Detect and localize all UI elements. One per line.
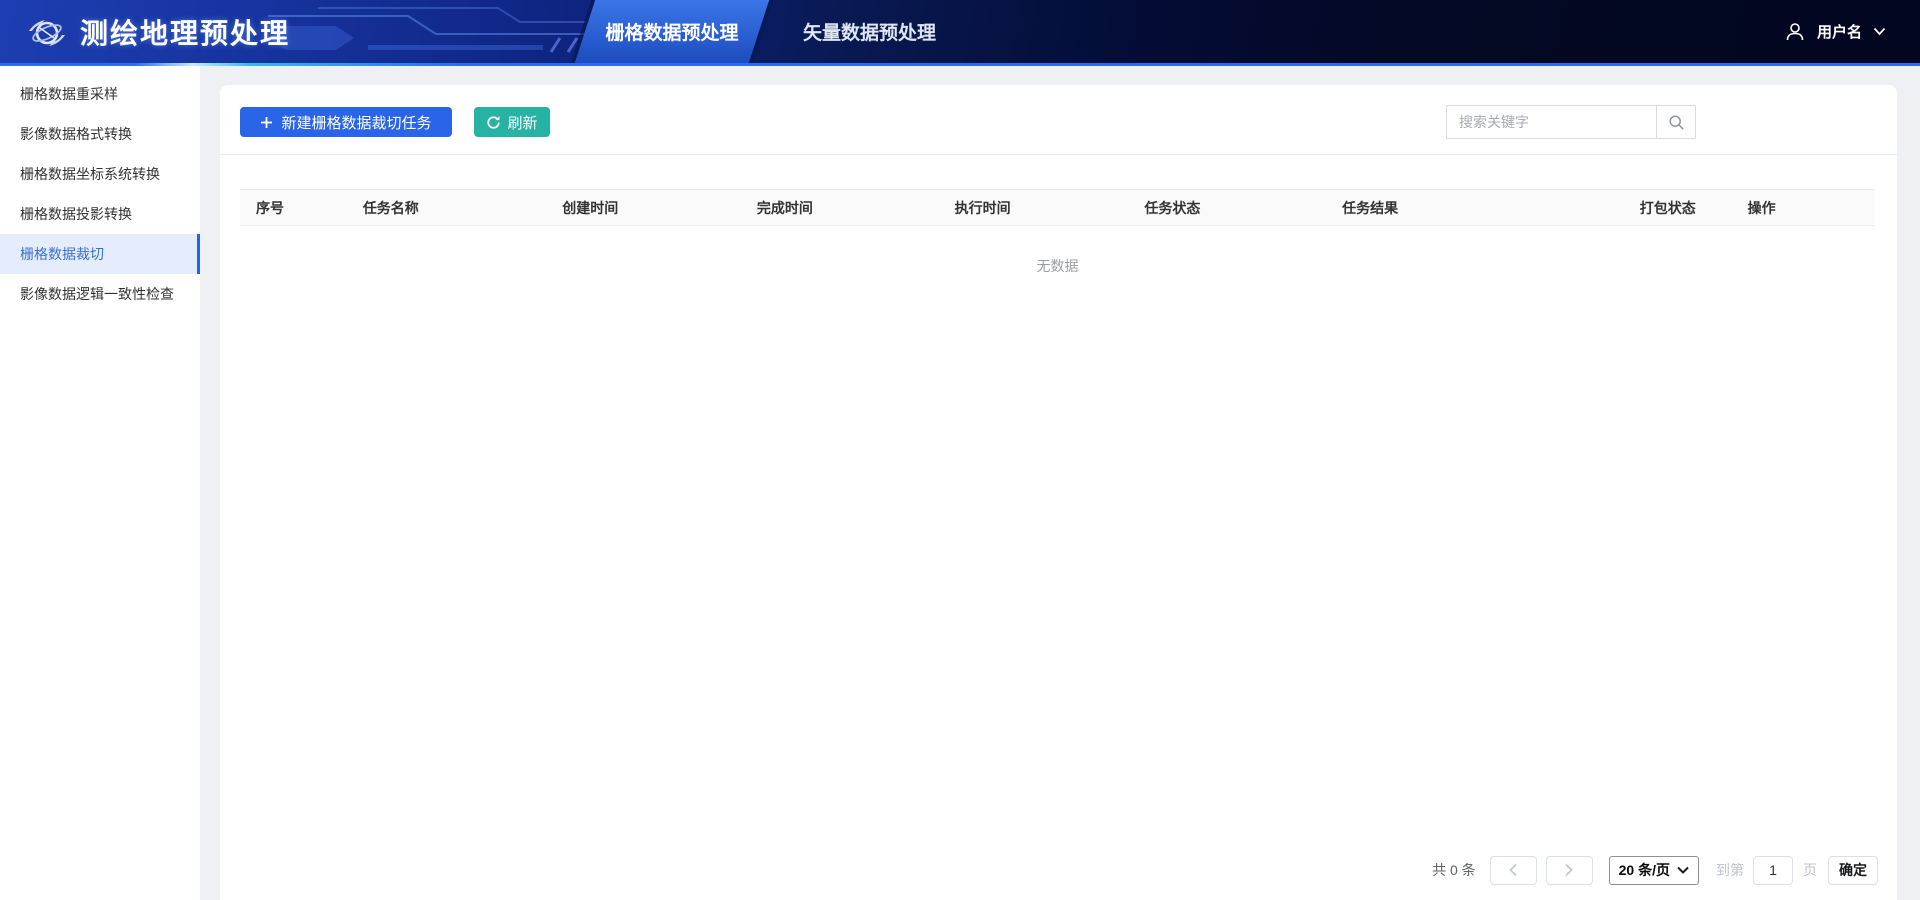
sidebar-item-image-format-convert[interactable]: 影像数据格式转换 (0, 114, 200, 154)
sidebar-item-raster-clip[interactable]: 栅格数据裁切 (0, 234, 200, 274)
plus-icon (261, 116, 273, 128)
app-logo-icon (29, 19, 65, 46)
col-task-status: 任务状态 (1134, 189, 1333, 226)
col-seq: 序号 (240, 189, 353, 226)
sidebar: 栅格数据重采样 影像数据格式转换 栅格数据坐标系统转换 栅格数据投影转换 栅格数… (0, 66, 200, 900)
sidebar-item-raster-coordsys-convert[interactable]: 栅格数据坐标系统转换 (0, 154, 200, 194)
col-exec-time: 执行时间 (944, 189, 1135, 226)
search-button[interactable] (1656, 105, 1696, 139)
pagination-confirm-button[interactable]: 确定 (1828, 855, 1878, 885)
col-created-time: 创建时间 (552, 189, 747, 226)
sidebar-item-image-logic-consistency-check[interactable]: 影像数据逻辑一致性检查 (0, 274, 200, 314)
top-header: 测绘地理预处理 栅格数据预处理 矢量数据预处理 用户名 (0, 0, 1920, 66)
col-task-name: 任务名称 (352, 189, 553, 226)
table-header-row: 序号 任务名称 创建时间 完成时间 执行时间 任务状态 任务结果 打包状态 操作 (240, 189, 1875, 226)
sidebar-item-raster-projection-convert[interactable]: 栅格数据投影转换 (0, 194, 200, 234)
refresh-icon (487, 115, 501, 129)
tab-vector-preprocess[interactable]: 矢量数据预处理 (793, 0, 946, 63)
chevron-right-icon (1565, 863, 1573, 877)
task-table: 序号 任务名称 创建时间 完成时间 执行时间 任务状态 任务结果 打包状态 操作 (240, 189, 1875, 226)
search-group (1446, 105, 1696, 139)
brand: 测绘地理预处理 (26, 0, 290, 63)
app-root: 测绘地理预处理 栅格数据预处理 矢量数据预处理 用户名 栅格数据重采样 影像数据… (0, 0, 1920, 900)
chevron-left-icon (1509, 863, 1517, 877)
user-icon (1786, 22, 1804, 40)
pagination-next-button[interactable] (1545, 855, 1593, 885)
tab-raster-preprocess[interactable]: 栅格数据预处理 (574, 0, 770, 63)
pagination-total: 共 0 条 (1432, 862, 1476, 878)
pagination: 共 0 条 20 条/页 到第 页 确定 (1432, 855, 1878, 885)
col-finish-time: 完成时间 (746, 189, 945, 226)
pagination-goto-suffix: 页 (1803, 862, 1817, 878)
chevron-down-icon (1873, 27, 1886, 36)
user-menu[interactable]: 用户名 (1784, 0, 1886, 63)
main-tabs: 栅格数据预处理 矢量数据预处理 (574, 0, 946, 63)
col-package-status: 打包状态 (1629, 189, 1738, 226)
search-input[interactable] (1446, 105, 1657, 139)
page-number-input[interactable] (1753, 855, 1793, 885)
header-accent-line (0, 63, 1920, 66)
col-actions: 操作 (1737, 189, 1875, 226)
search-icon (1668, 114, 1684, 130)
refresh-button[interactable]: 刷新 (474, 107, 550, 137)
pagination-goto-prefix: 到第 (1716, 862, 1744, 878)
task-table-wrap: 序号 任务名称 创建时间 完成时间 执行时间 任务状态 任务结果 打包状态 操作… (240, 189, 1875, 306)
page-size-select[interactable]: 20 条/页 (1608, 855, 1699, 885)
empty-state-text: 无数据 (1036, 258, 1079, 274)
sidebar-item-raster-resample[interactable]: 栅格数据重采样 (0, 74, 200, 114)
chevron-down-icon (1677, 866, 1689, 874)
new-clip-task-button[interactable]: 新建栅格数据裁切任务 (240, 107, 452, 137)
col-task-result: 任务结果 (1332, 189, 1630, 226)
toolbar: 新建栅格数据裁切任务 刷新 (220, 85, 1897, 155)
user-name: 用户名 (1816, 24, 1862, 41)
content-card: 新建栅格数据裁切任务 刷新 搜索关键字 序号 任务名称 创建时间 完成时间 执行… (220, 85, 1897, 900)
app-title: 测绘地理预处理 (80, 17, 291, 49)
pagination-prev-button[interactable] (1489, 855, 1537, 885)
